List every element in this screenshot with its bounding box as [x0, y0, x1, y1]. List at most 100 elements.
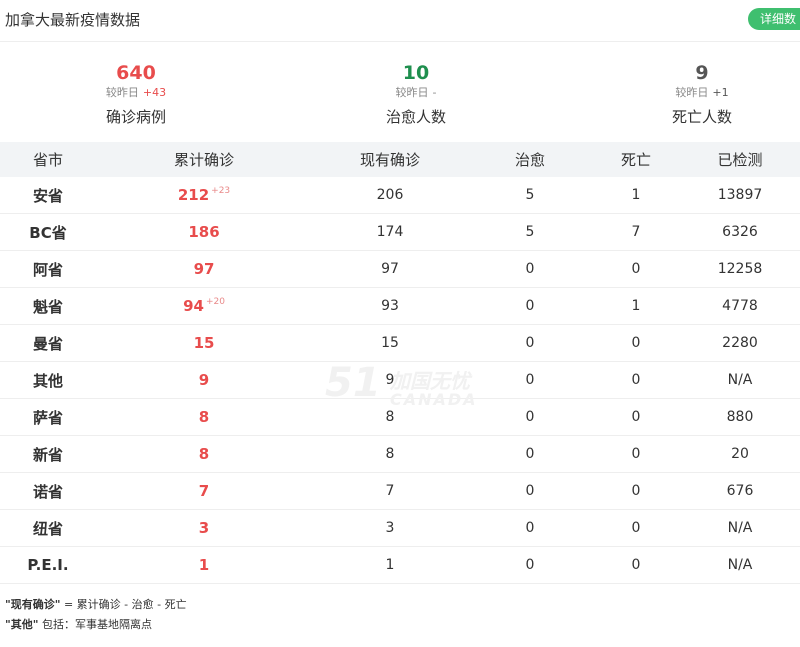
table-row: 阿省 97 97 0 0 12258: [0, 250, 800, 288]
cell-deaths-value: 0: [631, 372, 641, 388]
footnote-other-text: 包括：军事基地隔离点: [38, 618, 152, 631]
cell-current: 7: [312, 472, 468, 510]
cell-cumulative-value: 8: [198, 445, 210, 463]
cell-recovered-value: 0: [525, 261, 535, 277]
cell-deaths-value: 0: [631, 446, 641, 462]
cell-recovered-value: 0: [525, 446, 535, 462]
cell-recovered-value: 5: [525, 224, 535, 240]
cell-province-value: P.E.I.: [27, 556, 69, 574]
cell-cumulative: 8: [96, 398, 312, 436]
cell-tested: 676: [680, 472, 800, 510]
cell-province-value: 安省: [32, 186, 63, 205]
col-current: 现有确诊: [312, 142, 468, 177]
cell-province-value: 纽省: [32, 519, 63, 538]
recovered-compare-label: 较昨日: [395, 86, 429, 99]
cell-tested: 20: [680, 435, 800, 473]
table-row: 其他 9 9 0 0 N/A: [0, 361, 800, 399]
cell-tested-value: 6326: [722, 224, 758, 240]
cell-current-value: 7: [385, 483, 395, 499]
cell-current: 3: [312, 509, 468, 547]
recovered-label: 治愈人数: [385, 108, 446, 126]
cell-cumulative: 7: [96, 472, 312, 510]
cell-recovered-value: 0: [525, 520, 535, 536]
cell-current: 8: [312, 435, 468, 473]
cell-province: 萨省: [0, 398, 96, 436]
cell-current-value: 8: [385, 446, 395, 462]
cell-cumulative: 94 +20: [96, 287, 312, 325]
table-body: 安省 212 +23 206 5 1 13897 BC省 186 174 5 7 6326 阿省 97 97 0…: [0, 177, 800, 584]
cell-current-value: 15: [381, 335, 399, 351]
cell-province: BC省: [0, 213, 96, 251]
cell-current-value: 8: [385, 409, 395, 425]
cell-province-value: 其他: [32, 371, 63, 390]
table-row: 新省 8 8 0 0 20: [0, 435, 800, 473]
cell-current: 8: [312, 398, 468, 436]
cell-tested-value: 12258: [717, 261, 763, 277]
cell-tested-value: N/A: [727, 557, 753, 573]
cell-tested: N/A: [680, 361, 800, 399]
cell-province: 安省: [0, 177, 96, 214]
cell-tested-value: 20: [731, 446, 749, 462]
cell-cumulative: 15: [96, 324, 312, 362]
footnote-other: "其他" 包括：军事基地隔离点: [5, 615, 187, 635]
cell-recovered: 0: [468, 287, 592, 325]
cell-current-value: 206: [376, 187, 404, 203]
page-title: 加拿大最新疫情数据: [5, 11, 141, 29]
cell-current: 174: [312, 213, 468, 251]
cell-recovered-value: 0: [525, 409, 535, 425]
cell-province-value: BC省: [29, 223, 67, 242]
cell-tested: N/A: [680, 509, 800, 547]
cell-tested-value: 880: [726, 409, 754, 425]
cell-recovered: 0: [468, 435, 592, 473]
cell-recovered-value: 5: [525, 187, 535, 203]
cell-current-value: 1: [385, 557, 395, 573]
recovered-delta: -: [432, 86, 437, 99]
cell-cumulative-value: 15: [193, 334, 215, 352]
cell-cumulative-value: 212: [177, 186, 210, 204]
cell-deaths-value: 0: [631, 409, 641, 425]
cell-province-value: 新省: [32, 445, 63, 464]
confirmed-label: 确诊病例: [105, 108, 166, 126]
cell-deaths: 1: [592, 177, 680, 214]
cell-cumulative-value: 97: [193, 260, 215, 278]
cell-deaths-value: 0: [631, 335, 641, 351]
cell-tested-value: N/A: [727, 372, 753, 388]
cell-current-value: 174: [376, 224, 404, 240]
province-table: 省市 累计确诊 现有确诊 治愈 死亡 已检测 安省 212 +23 206 5 1 1389…: [0, 142, 800, 584]
cell-deaths-value: 1: [631, 187, 641, 203]
footnote-current-term: "现有确诊": [5, 598, 61, 611]
cell-deaths-value: 0: [631, 483, 641, 499]
table-row: 曼省 15 15 0 0 2280: [0, 324, 800, 362]
cell-cumulative-increase: +23: [211, 186, 231, 196]
cell-cumulative: 3: [96, 509, 312, 547]
cell-cumulative-value: 7: [198, 482, 210, 500]
footnote-current: "现有确诊" = 累计确诊 - 治愈 - 死亡: [5, 595, 187, 615]
cell-deaths: 0: [592, 361, 680, 399]
cell-province: 诺省: [0, 472, 96, 510]
cell-deaths-value: 0: [631, 261, 641, 277]
footnote-current-text: = 累计确诊 - 治愈 - 死亡: [60, 598, 187, 611]
cell-deaths-value: 7: [631, 224, 641, 240]
cell-cumulative: 186: [96, 213, 312, 251]
cell-cumulative: 1: [96, 546, 312, 584]
detail-button[interactable]: 详细数: [747, 8, 800, 30]
cell-recovered-value: 0: [525, 298, 535, 314]
cell-tested-value: 4778: [722, 298, 758, 314]
cell-province: 新省: [0, 435, 96, 473]
col-recovered: 治愈: [468, 142, 592, 177]
cell-deaths-value: 0: [631, 520, 641, 536]
cell-current: 97: [312, 250, 468, 288]
cell-recovered-value: 0: [525, 483, 535, 499]
cell-recovered: 0: [468, 472, 592, 510]
cell-recovered-value: 0: [525, 335, 535, 351]
cell-tested-value: N/A: [727, 520, 753, 536]
cell-tested: 12258: [680, 250, 800, 288]
cell-recovered: 0: [468, 398, 592, 436]
deaths-label: 死亡人数: [671, 108, 732, 126]
table-row: BC省 186 174 5 7 6326: [0, 213, 800, 251]
cell-cumulative-value: 186: [188, 223, 220, 241]
cell-deaths: 0: [592, 509, 680, 547]
recovered-compare: 较昨日 -: [326, 86, 506, 100]
cell-deaths: 0: [592, 435, 680, 473]
summary-confirmed: 640 较昨日 +43 确诊病例: [46, 62, 226, 127]
